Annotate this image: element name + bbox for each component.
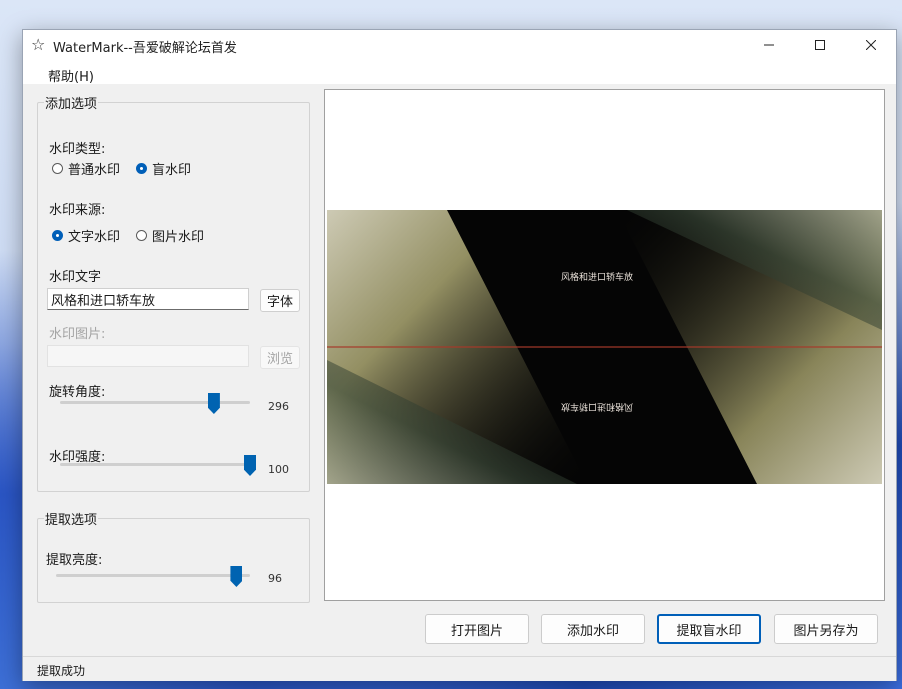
strength-slider[interactable] [60, 455, 256, 477]
radio-blind-watermark[interactable]: 盲水印 [136, 159, 191, 178]
strength-thumb[interactable] [244, 455, 256, 476]
extract-options-group: 提取选项 提取亮度: 96 [37, 509, 310, 603]
font-button[interactable]: 字体 [260, 289, 300, 312]
close-icon [866, 40, 876, 50]
radio-blind-label: 盲水印 [152, 163, 192, 178]
radio-normal-watermark[interactable]: 普通水印 [52, 159, 120, 178]
maximize-icon [815, 40, 825, 50]
browse-button[interactable]: 浏览 [260, 346, 300, 369]
watermark-text-label: 水印文字 [49, 270, 102, 285]
radio-text-label: 文字水印 [68, 230, 121, 245]
add-options-legend: 添加选项 [45, 97, 98, 112]
radio-blind-indicator [136, 163, 147, 174]
rotation-thumb[interactable] [207, 393, 220, 414]
menu-bar: 帮助(H) [23, 60, 896, 85]
extract-options-legend: 提取选项 [45, 513, 98, 528]
rotation-value: 296 [268, 400, 289, 413]
menu-help[interactable]: 帮助(H) [48, 66, 94, 85]
preview-watermark-text-mirrored: 风格和进口轿车放 [561, 401, 633, 413]
image-preview: 风格和进口轿车放 风格和进口轿车放 [324, 89, 885, 601]
add-options-group: 添加选项 水印类型: 普通水印 盲水印 水印来源: 文字水印 图片水印 水印文字… [37, 93, 310, 492]
radio-text-indicator [52, 230, 63, 241]
maximize-button[interactable] [797, 30, 843, 60]
brightness-track [56, 574, 250, 577]
add-watermark-button[interactable]: 添加水印 [541, 614, 645, 644]
watermark-type-label: 水印类型: [49, 142, 106, 157]
watermark-text-input[interactable] [47, 288, 249, 310]
brightness-thumb[interactable] [230, 566, 243, 587]
preview-image: 风格和进口轿车放 风格和进口轿车放 [327, 210, 882, 484]
save-image-as-button[interactable]: 图片另存为 [774, 614, 878, 644]
status-bar: 提取成功 ⋰ [23, 656, 896, 681]
rotation-slider[interactable] [60, 393, 250, 415]
app-window: ☆ WaterMark--吾爱破解论坛首发 帮助(H) 添加选项 水印类型: 普… [22, 29, 897, 681]
minimize-button[interactable] [746, 30, 792, 60]
extract-blind-watermark-button[interactable]: 提取盲水印 [657, 614, 761, 644]
radio-image-indicator [136, 230, 147, 241]
rotation-track [60, 401, 250, 404]
radio-normal-indicator [52, 163, 63, 174]
app-star-icon: ☆ [31, 35, 46, 54]
radio-text-watermark[interactable]: 文字水印 [52, 226, 120, 245]
window-title: WaterMark--吾爱破解论坛首发 [53, 41, 237, 56]
title-bar[interactable]: ☆ WaterMark--吾爱破解论坛首发 [23, 30, 896, 60]
watermark-image-label: 水印图片: [49, 327, 106, 342]
brightness-slider[interactable] [56, 566, 250, 588]
radio-image-watermark[interactable]: 图片水印 [136, 226, 204, 245]
brightness-value: 96 [268, 572, 282, 585]
resize-grip-icon[interactable]: ⋰ [37, 662, 892, 678]
watermark-image-path-input[interactable] [47, 345, 249, 367]
strength-value: 100 [268, 463, 289, 476]
radio-image-label: 图片水印 [152, 230, 205, 245]
preview-watermark-text: 风格和进口轿车放 [561, 271, 633, 283]
close-button[interactable] [848, 30, 894, 60]
minimize-icon [764, 44, 774, 46]
open-image-button[interactable]: 打开图片 [425, 614, 529, 644]
strength-track [60, 463, 250, 466]
radio-normal-label: 普通水印 [68, 163, 121, 178]
watermark-source-label: 水印来源: [49, 203, 106, 218]
